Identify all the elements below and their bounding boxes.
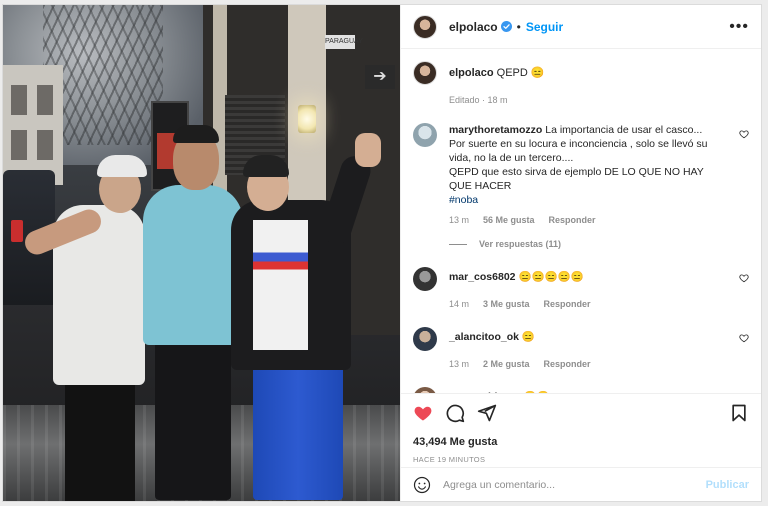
comment-meta: 14 m 3 Me gusta Responder xyxy=(449,299,749,309)
comment-username[interactable]: marythoretamozzo xyxy=(449,124,542,136)
likes-count[interactable]: 43,494 Me gusta xyxy=(413,436,749,448)
comments-list[interactable]: elpolaco QEPD 😑 Editado · 18 m marythore… xyxy=(401,49,761,393)
comment-item: _alancitoo_ok 😑 xyxy=(412,327,749,351)
comment-text-block: marythoretamozzo La importancia de usar … xyxy=(449,123,729,207)
caption-text-block: elpolaco QEPD 😑 xyxy=(449,66,545,80)
action-icons-row xyxy=(413,402,749,424)
caption-text: QEPD 😑 xyxy=(496,67,545,79)
publish-button[interactable]: Publicar xyxy=(706,479,749,491)
caption-meta: Editado · 18 m xyxy=(448,95,508,105)
photo-arrow-sign: ➔ xyxy=(365,65,395,89)
emoji-icon[interactable] xyxy=(413,476,431,494)
view-replies-button[interactable]: Ver respuestas (11) xyxy=(448,239,749,249)
comment-text-block: mar_cos6802 😑😑😑😑😑 xyxy=(449,270,729,284)
post-timestamp[interactable]: HACE 19 MINUTOS xyxy=(413,455,749,464)
post-actions: 43,494 Me gusta HACE 19 MINUTOS Publicar xyxy=(400,393,761,501)
photo-person-right-shirt xyxy=(253,220,308,350)
comment-time: 14 m xyxy=(448,299,469,309)
heart-filled-icon[interactable] xyxy=(413,403,433,423)
photo-person-right-cap xyxy=(243,155,289,177)
photo-building-left xyxy=(3,65,63,185)
comment-text-line: Por suerte en su locura e inconciencia ,… xyxy=(448,138,708,164)
bookmark-icon[interactable] xyxy=(729,403,749,423)
comment-likes[interactable]: 56 Me gusta xyxy=(483,215,535,225)
photo-person-right-legs xyxy=(253,365,343,500)
view-replies-label: Ver respuestas (11) xyxy=(478,239,562,249)
comment-input[interactable] xyxy=(442,478,706,491)
comment-reply-button[interactable]: Responder xyxy=(549,215,596,225)
comment-likes[interactable]: 2 Me gusta xyxy=(483,359,530,369)
comment-avatar[interactable] xyxy=(412,123,437,147)
photo-person-center xyxy=(143,185,243,345)
comment-icon[interactable] xyxy=(445,403,465,423)
comment-time: 13 m xyxy=(448,215,469,225)
photo-person-left-cap xyxy=(97,155,147,177)
view-replies-line xyxy=(448,243,467,245)
author-avatar[interactable] xyxy=(412,14,437,39)
comment-like-heart-icon[interactable] xyxy=(739,273,749,283)
author-username[interactable]: elpolaco xyxy=(449,20,498,34)
post-photo[interactable]: PARAGUAY ➔ xyxy=(3,5,400,501)
follow-button[interactable]: Seguir xyxy=(526,20,563,34)
comment-username[interactable]: mar_cos6802 xyxy=(449,271,516,283)
comment-item: marythoretamozzo La importancia de usar … xyxy=(412,123,749,207)
comment-text-line: QEPD que esto sirva de ejemplo DE LO QUE… xyxy=(448,166,704,192)
comment-time: 13 m xyxy=(448,359,469,369)
comment-text: 😑 xyxy=(521,331,535,343)
share-icon[interactable] xyxy=(477,403,497,423)
photo-person-center-legs xyxy=(155,340,231,500)
post-header: elpolaco • Seguir ••• xyxy=(400,5,761,49)
photo-street-sign: PARAGUAY xyxy=(325,35,363,49)
caption-avatar[interactable] xyxy=(412,61,437,85)
verified-badge-icon xyxy=(500,21,512,32)
photo-person-center-hair xyxy=(173,125,219,143)
comment-like-heart-icon[interactable] xyxy=(739,333,749,343)
photo-wall-lamp xyxy=(298,105,316,133)
header-separator: • xyxy=(516,19,521,34)
photo-person-right-hand xyxy=(355,133,381,167)
comment-avatar[interactable] xyxy=(412,267,437,291)
comment-text-line: La importancia de usar el casco... xyxy=(545,124,703,136)
post-side-panel: elpolaco • Seguir ••• elpolaco QEPD 😑 Ed… xyxy=(399,5,761,501)
post-caption: elpolaco QEPD 😑 xyxy=(412,61,749,85)
comment-reply-button[interactable]: Responder xyxy=(543,359,590,369)
comment-meta: 13 m 56 Me gusta Responder xyxy=(449,215,749,225)
instagram-post: PARAGUAY ➔ elpolaco • Seguir ••• elpolac… xyxy=(2,4,762,502)
comment-like-heart-icon[interactable] xyxy=(739,129,749,139)
comment-hashtag[interactable]: #noba xyxy=(449,194,478,206)
comment-meta: 13 m 2 Me gusta Responder xyxy=(449,359,749,369)
comment-username[interactable]: _alancitoo_ok xyxy=(449,331,519,343)
caption-username[interactable]: elpolaco xyxy=(449,67,494,79)
comment-text-block: _alancitoo_ok 😑 xyxy=(449,330,729,344)
more-options-icon[interactable]: ••• xyxy=(729,18,749,34)
comment-reply-button[interactable]: Responder xyxy=(543,299,590,309)
comment-item: mar_cos6802 😑😑😑😑😑 xyxy=(412,267,749,291)
photo-person-left-legs xyxy=(65,375,135,501)
comment-avatar[interactable] xyxy=(412,327,437,351)
comment-text: 😑😑😑😑😑 xyxy=(518,271,584,283)
comment-likes[interactable]: 3 Me gusta xyxy=(483,299,530,309)
add-comment-bar: Publicar xyxy=(400,467,761,501)
